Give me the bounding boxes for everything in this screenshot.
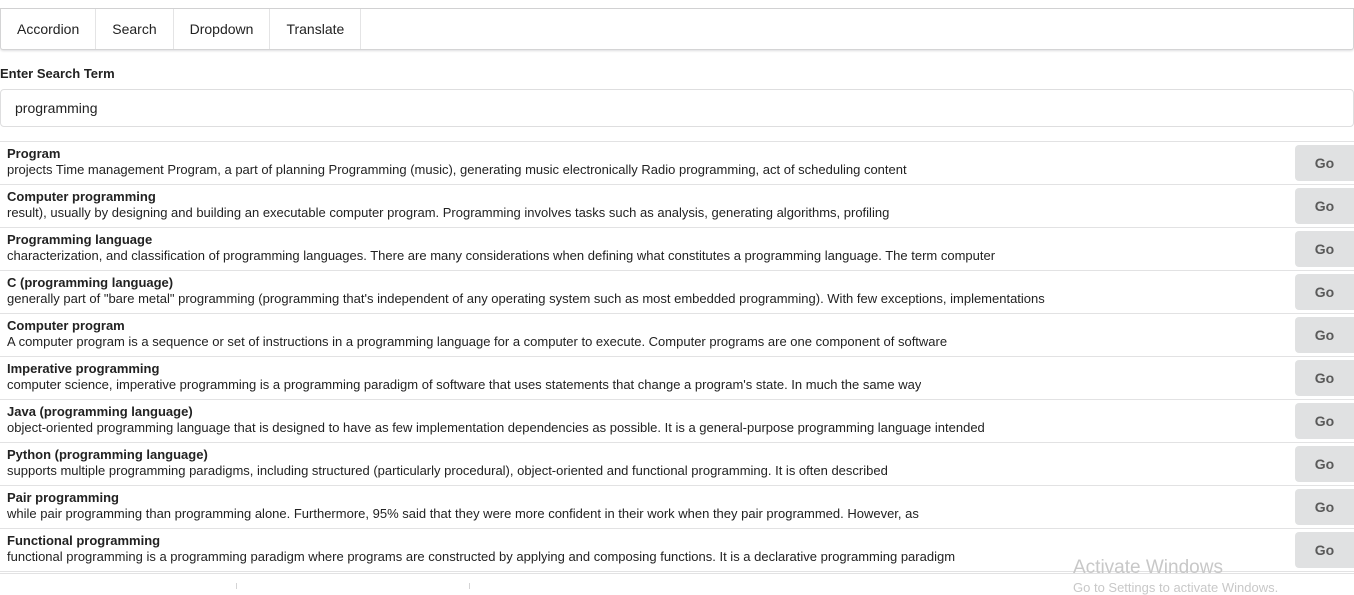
result-title: C (programming language) — [7, 275, 174, 290]
result-snippet: object-oriented programming language tha… — [7, 420, 985, 435]
search-label: Enter Search Term — [0, 66, 115, 81]
result-title: Imperative programming — [7, 361, 160, 376]
result-item: Programming language characterization, a… — [0, 228, 1354, 271]
result-title: Functional programming — [7, 533, 161, 548]
result-item: Computer programming result), usually by… — [0, 185, 1354, 228]
tab-dropdown[interactable]: Dropdown — [174, 9, 271, 49]
result-snippet: characterization, and classification of … — [7, 248, 996, 263]
result-item: Program projects Time management Program… — [0, 142, 1354, 185]
result-item: Pair programming while pair programming … — [0, 486, 1354, 529]
bottom-divider — [469, 583, 470, 589]
go-button[interactable]: Go — [1295, 145, 1354, 181]
result-title: Computer programming — [7, 189, 156, 204]
go-button[interactable]: Go — [1295, 317, 1354, 353]
bottom-divider — [236, 583, 237, 589]
result-title: Python (programming language) — [7, 447, 208, 462]
result-snippet: functional programming is a programming … — [7, 549, 956, 564]
go-button[interactable]: Go — [1295, 532, 1354, 568]
result-snippet: while pair programming than programming … — [7, 506, 919, 521]
result-snippet: generally part of "bare metal" programmi… — [7, 291, 1045, 306]
result-title: Program — [7, 146, 61, 161]
tab-translate[interactable]: Translate — [270, 9, 362, 49]
go-button[interactable]: Go — [1295, 274, 1354, 310]
go-button[interactable]: Go — [1295, 489, 1354, 525]
result-snippet: supports multiple programming paradigms,… — [7, 463, 888, 478]
activation-watermark-title: Activate Windows — [1073, 557, 1223, 578]
result-item: C (programming language) generally part … — [0, 271, 1354, 314]
tab-menu: Accordion Search Dropdown Translate — [0, 9, 1354, 50]
results-list: Program projects Time management Program… — [0, 141, 1354, 572]
tab-accordion[interactable]: Accordion — [1, 9, 97, 49]
result-snippet: result), usually by designing and buildi… — [7, 205, 890, 220]
go-button[interactable]: Go — [1295, 231, 1354, 267]
activation-watermark-subtitle: Go to Settings to activate Windows. — [1073, 580, 1279, 595]
result-snippet: computer science, imperative programming… — [7, 377, 922, 392]
go-button[interactable]: Go — [1295, 188, 1354, 224]
result-item: Java (programming language) object-orien… — [0, 400, 1354, 443]
result-title: Programming language — [7, 232, 153, 247]
tab-search[interactable]: Search — [96, 9, 174, 49]
result-snippet: projects Time management Program, a part… — [7, 162, 907, 177]
result-title: Computer program — [7, 318, 125, 333]
search-input[interactable] — [0, 89, 1354, 127]
result-item: Imperative programming computer science,… — [0, 357, 1354, 400]
result-item: Python (programming language) supports m… — [0, 443, 1354, 486]
result-title: Java (programming language) — [7, 404, 193, 419]
go-button[interactable]: Go — [1295, 360, 1354, 396]
result-snippet: A computer program is a sequence or set … — [7, 334, 948, 349]
go-button[interactable]: Go — [1295, 446, 1354, 482]
go-button[interactable]: Go — [1295, 403, 1354, 439]
result-title: Pair programming — [7, 490, 119, 505]
result-item: Computer program A computer program is a… — [0, 314, 1354, 357]
